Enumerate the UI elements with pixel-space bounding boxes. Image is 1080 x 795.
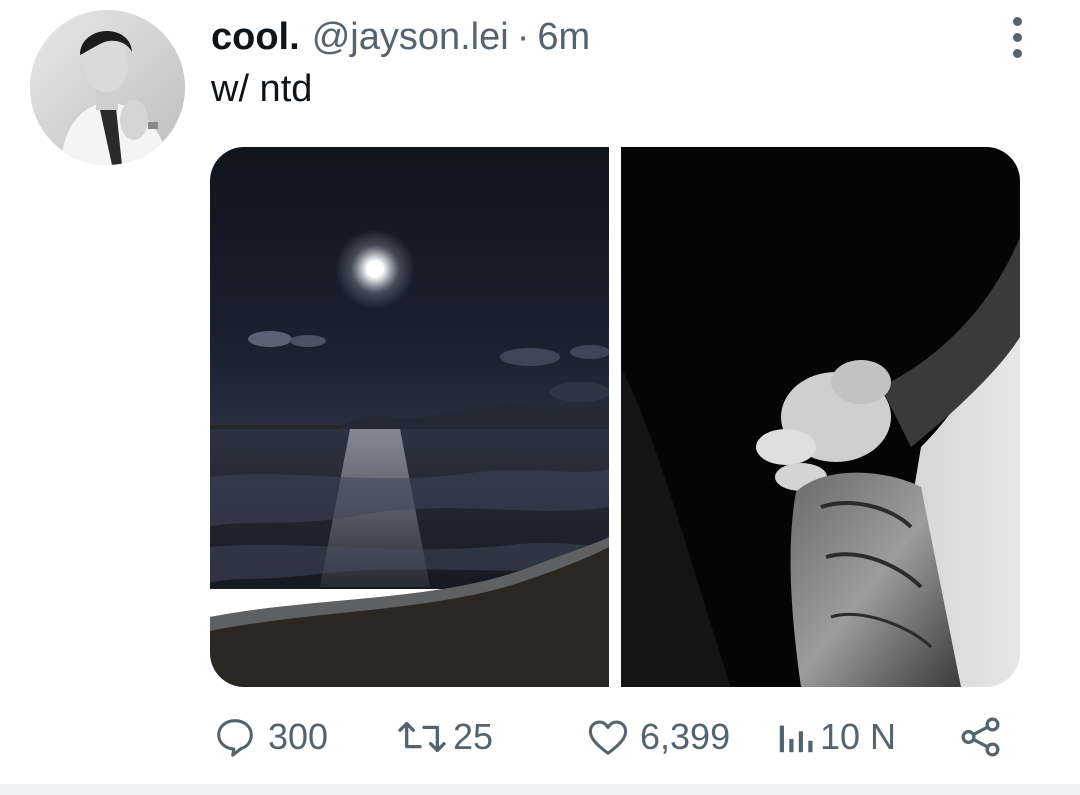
divider [0, 784, 1080, 795]
avatar-image [30, 10, 185, 165]
display-name[interactable]: cool. [211, 14, 300, 60]
like-button[interactable]: 6,399 [584, 710, 730, 764]
avatar[interactable] [30, 10, 185, 165]
bar-chart-icon [779, 725, 813, 753]
like-count: 6,399 [640, 716, 731, 757]
retweet-arrows-icon [398, 721, 446, 753]
heart-icon [588, 720, 628, 755]
retweet-count: 25 [453, 716, 494, 757]
tweet-header: cool. @jayson.lei · 6m [211, 14, 590, 60]
dot [1012, 32, 1022, 42]
more-options-icon[interactable] [996, 14, 1038, 60]
reply-count: 300 [268, 716, 329, 757]
share-icon [961, 717, 1000, 757]
photo-holding-hands[interactable] [621, 147, 1020, 687]
share-button[interactable] [958, 710, 1004, 764]
media-grid [210, 147, 1020, 687]
speech-bubble-icon [217, 719, 253, 757]
tweet-actions: 300 25 6,399 10 N [212, 710, 1012, 764]
dot [1012, 48, 1022, 58]
tweet-text: w/ ntd [211, 68, 313, 110]
reply-button[interactable]: 300 [212, 710, 328, 764]
dot [1012, 16, 1022, 26]
retweet-button[interactable]: 25 [395, 710, 493, 764]
moonlit-sea-image [210, 147, 609, 687]
user-handle[interactable]: @jayson.lei [312, 14, 509, 60]
separator-dot: · [516, 16, 530, 58]
views-button[interactable]: 10 N [776, 710, 896, 764]
timestamp[interactable]: 6m [537, 14, 590, 60]
views-count: 10 N [820, 716, 897, 757]
tweet[interactable]: cool. @jayson.lei · 6m w/ ntd 300 25 6,3… [0, 0, 1080, 795]
holding-hands-image [621, 147, 1020, 687]
photo-moonlit-sea[interactable] [210, 147, 609, 687]
